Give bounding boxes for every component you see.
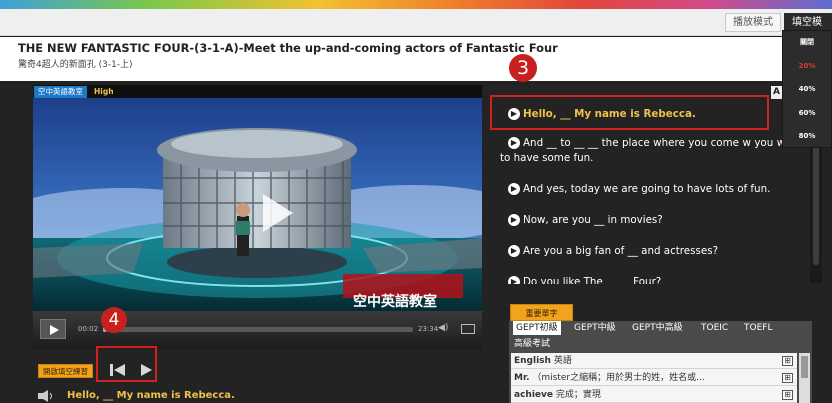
vocab-term: Mr.	[514, 373, 530, 383]
lesson-header: THE NEW FANTASTIC FOUR-(3-1-A)-Meet the …	[0, 37, 832, 81]
line-text: And yes, today we are going to have lots…	[523, 183, 771, 195]
vocab-term: achieve	[514, 390, 553, 400]
vocab-scrollbar[interactable]	[799, 353, 810, 403]
fill-ratio-dropdown: 關閉 20% 40% 60% 80%	[782, 30, 832, 148]
level-tab[interactable]: High	[90, 86, 118, 98]
top-toolbar: 播放模式 填空模式	[0, 9, 832, 45]
speaker-icon	[37, 390, 57, 402]
current-line-highlight-box	[490, 95, 769, 130]
next-line-button[interactable]	[138, 362, 154, 382]
current-time: 00:02	[78, 325, 99, 333]
line-play-icon[interactable]: ▶	[508, 183, 520, 195]
video-watermark: 空中英語教室	[353, 294, 437, 310]
tab-gept-basic[interactable]: GEPT初級	[513, 321, 561, 335]
play-mode-button[interactable]: 播放模式	[725, 13, 781, 32]
tab-toeic[interactable]: TOEIC	[698, 321, 731, 335]
caption-text: Hello, __ My name is Rebecca.	[67, 390, 235, 401]
line-text: Now, are you __ in movies?	[523, 214, 663, 226]
tab-gept-high-intermediate[interactable]: GEPT中高級	[629, 321, 686, 335]
add-word-icon[interactable]: ⊞	[782, 390, 793, 400]
vocab-button[interactable]: 重要單字	[510, 304, 573, 321]
line-text: Do you like The __ __ Four?	[523, 276, 662, 284]
video-player: 空中英語教室 High 空中英語教室 00:02 23:34 ◀)	[33, 85, 482, 349]
line-text: And __ to __ __ the place where you come…	[500, 137, 802, 164]
transcript-line[interactable]: ▶ Now, are you __ in movies?	[500, 213, 802, 228]
brand-stripe	[0, 0, 832, 9]
studio-scene	[33, 98, 482, 311]
vocab-row[interactable]: English 英語 ⊞	[511, 353, 797, 369]
play-icon	[50, 325, 59, 335]
tab-toefl[interactable]: TOEFL	[741, 321, 775, 335]
fill-option-60[interactable]: 60%	[783, 102, 831, 126]
vocab-term: English	[514, 356, 551, 366]
fill-option-20[interactable]: 20%	[783, 55, 831, 79]
lesson-subtitle: 驚奇4超人的新面孔 (3-1-上)	[18, 60, 133, 70]
tab-advanced-exam[interactable]: 高級考試	[514, 336, 550, 349]
vocab-row[interactable]: achieve 完成；實現 ⊞	[511, 387, 797, 403]
vocab-meaning: 完成；實現	[555, 390, 601, 400]
fill-option-80[interactable]: 80%	[783, 125, 831, 149]
line-play-icon[interactable]: ▶	[508, 245, 520, 257]
annotation-badge-3: 3	[509, 54, 537, 82]
open-fill-practice-button[interactable]: 開啟填空練習	[38, 364, 93, 378]
vocab-list: English 英語 ⊞ Mr. （mister之縮稱；用於男士的姓，姓名或..…	[511, 353, 797, 403]
fill-option-40[interactable]: 40%	[783, 78, 831, 102]
screen: 播放模式 填空模式 關閉 20% 40% 60% 80% THE NEW FAN…	[0, 0, 832, 403]
player-play-button[interactable]	[40, 319, 66, 339]
fullscreen-icon[interactable]	[461, 324, 475, 334]
vocab-panel: GEPT初級 GEPT中級 GEPT中高級 TOEIC TOEFL 高級考試 E…	[509, 321, 812, 403]
current-caption: Hello, __ My name is Rebecca.	[37, 390, 477, 403]
vocab-meaning: 英語	[553, 356, 572, 366]
annotation-badge-4: 4	[101, 307, 127, 333]
line-play-icon[interactable]: ▶	[508, 276, 520, 284]
transcript-line[interactable]: ▶ And __ to __ __ the place where you com…	[500, 136, 802, 166]
transcript-line[interactable]: ▶ And yes, today we are going to have lot…	[500, 182, 802, 197]
lesson-title: THE NEW FANTASTIC FOUR-(3-1-A)-Meet the …	[18, 41, 558, 55]
video-frame[interactable]: 空中英語教室	[33, 98, 482, 311]
progress-bar[interactable]	[103, 327, 413, 332]
volume-icon[interactable]: ◀)	[438, 323, 448, 333]
fill-option-off[interactable]: 關閉	[783, 31, 831, 55]
add-word-icon[interactable]: ⊞	[782, 356, 793, 366]
total-time: 23:34	[418, 325, 439, 333]
line-play-icon[interactable]: ▶	[508, 137, 520, 149]
skip-back-icon	[110, 364, 125, 376]
transcript-line[interactable]: ▶ Are you a big fan of __ and actresses?	[500, 244, 802, 259]
line-text: Are you a big fan of __ and actresses?	[523, 245, 719, 257]
add-word-icon[interactable]: ⊞	[782, 373, 793, 383]
play-next-icon	[141, 364, 152, 376]
vocab-scroll-thumb[interactable]	[801, 356, 808, 378]
vocab-meaning: （mister之縮稱；用於男士的姓，姓名或...	[532, 373, 705, 383]
tab-gept-intermediate[interactable]: GEPT中級	[571, 321, 619, 335]
transcript-line[interactable]: ▶ Do you like The __ __ Four?	[500, 275, 802, 284]
vocab-row[interactable]: Mr. （mister之縮稱；用於男士的姓，姓名或... ⊞	[511, 370, 797, 386]
line-play-icon[interactable]: ▶	[508, 214, 520, 226]
previous-line-button[interactable]	[108, 362, 128, 382]
program-tab[interactable]: 空中英語教室	[34, 86, 87, 98]
